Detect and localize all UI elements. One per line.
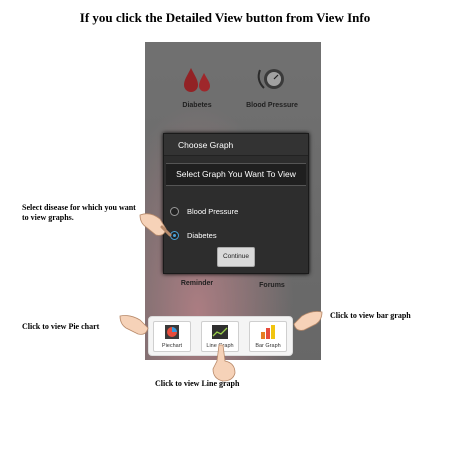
button-label: Bar Graph [255,343,281,349]
continue-button[interactable]: Continue [217,247,255,267]
line-graph-icon [212,325,228,339]
dialog-subtitle: Select Graph You Want To View [166,163,306,186]
annotation-select-disease: Select disease for which you want to vie… [22,203,136,222]
option-label: Blood Pressure [187,206,239,216]
button-label: Piechart [161,343,183,349]
piechart-button[interactable]: Piechart [153,321,191,352]
option-blood-pressure[interactable]: Blood Pressure [170,204,238,218]
pie-chart-icon [165,325,179,339]
dialog-title: Choose Graph [164,134,308,156]
bar-graph-button[interactable]: Bar Graph [249,321,287,352]
pointing-hand-icon [212,344,236,382]
pointing-hand-icon [119,315,149,335]
pointing-hand-icon [293,311,323,331]
option-diabetes[interactable]: Diabetes [170,228,217,242]
bar-graph-icon [261,325,275,339]
pointing-hand-icon [139,213,172,237]
page-title: If you click the Detailed View button fr… [79,10,371,25]
choose-graph-dialog: Choose Graph Select Graph You Want To Vi… [163,133,309,274]
option-label: Diabetes [187,230,217,240]
annotation-bar-graph: Click to view bar graph [330,311,411,320]
